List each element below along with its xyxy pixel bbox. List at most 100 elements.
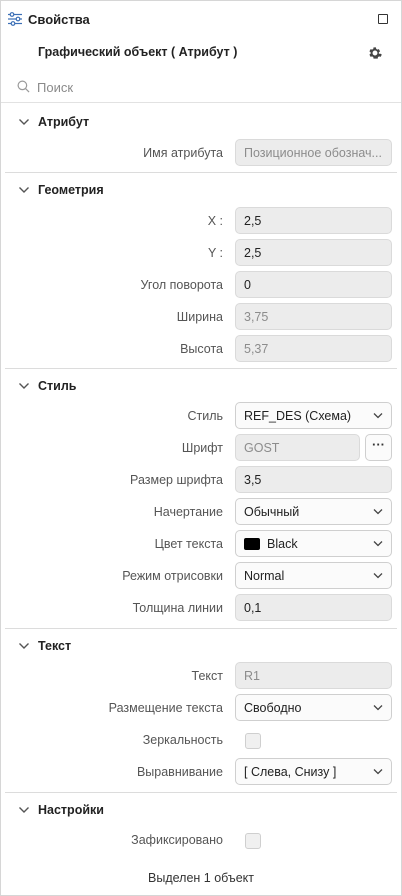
panel-header: Свойства: [1, 1, 401, 39]
section-style[interactable]: Стиль: [1, 374, 401, 400]
field-label: Текст: [191, 669, 223, 683]
select-value: [ Слева, Снизу ]: [244, 765, 337, 779]
width-row: Ширина 3,75: [1, 303, 401, 331]
select-value: Свободно: [244, 701, 302, 715]
field-label: X :: [207, 214, 223, 228]
style-select[interactable]: REF_DES (Схема): [235, 402, 392, 429]
chevron-down-icon: [19, 119, 29, 125]
field-label: Зафиксировано: [131, 833, 223, 847]
y-field[interactable]: 2,5: [235, 239, 392, 266]
field-label: Угол поворота: [140, 278, 223, 292]
chevron-down-icon: [373, 705, 383, 711]
angle-row: Угол поворота 0: [1, 271, 401, 299]
color-swatch: [244, 538, 260, 550]
field-label: Стиль: [187, 409, 223, 423]
section-settings[interactable]: Настройки: [1, 798, 401, 824]
field-label: Шрифт: [181, 441, 223, 455]
chevron-down-icon: [19, 187, 29, 193]
select-value: Black: [267, 537, 298, 551]
mirror-row: Зеркальность: [1, 730, 401, 758]
section-geometry[interactable]: Геометрия: [1, 178, 401, 204]
font-more-button[interactable]: ···: [365, 434, 392, 461]
section-title: Стиль: [38, 379, 77, 393]
attribute-name-field[interactable]: Позиционное обознач...: [235, 139, 392, 166]
panel-title: Свойства: [28, 12, 90, 27]
field-label: Режим отрисовки: [122, 569, 223, 583]
text-field[interactable]: R1: [235, 662, 392, 689]
field-label: Цвет текста: [154, 537, 223, 551]
render-mode-row: Режим отрисовки Normal: [1, 562, 401, 590]
section-text[interactable]: Текст: [1, 634, 401, 660]
alignment-row: Выравнивание [ Слева, Снизу ]: [1, 758, 401, 786]
chevron-down-icon: [19, 383, 29, 389]
maximize-icon[interactable]: [378, 14, 388, 24]
gear-icon[interactable]: [368, 46, 382, 60]
section-title: Настройки: [38, 803, 104, 817]
fixed-row: Зафиксировано: [1, 830, 401, 858]
chevron-down-icon: [373, 509, 383, 515]
properties-icon: [8, 12, 22, 26]
x-row: X : 2,5: [1, 207, 401, 235]
field-label: Размер шрифта: [130, 473, 223, 487]
line-width-field[interactable]: 0,1: [235, 594, 392, 621]
section-title: Текст: [38, 639, 72, 653]
alignment-select[interactable]: [ Слева, Снизу ]: [235, 758, 392, 785]
chevron-down-icon: [373, 573, 383, 579]
divider: [5, 172, 397, 173]
angle-field[interactable]: 0: [235, 271, 392, 298]
select-value: Normal: [244, 569, 285, 583]
field-label: Зеркальность: [142, 733, 223, 747]
field-label: Высота: [180, 342, 223, 356]
chevron-down-icon: [19, 807, 29, 813]
object-title: Графический объект ( Атрибут ): [38, 45, 238, 59]
placement-select[interactable]: Свободно: [235, 694, 392, 721]
divider: [5, 368, 397, 369]
divider: [5, 792, 397, 793]
typeface-row: Начертание Обычный: [1, 498, 401, 526]
field-label: Выравнивание: [136, 765, 223, 779]
search-input[interactable]: [37, 76, 377, 98]
font-size-field[interactable]: 3,5: [235, 466, 392, 493]
typeface-select[interactable]: Обычный: [235, 498, 392, 525]
attribute-name-row: Имя атрибута Позиционное обознач...: [1, 139, 401, 167]
color-select[interactable]: Black: [235, 530, 392, 557]
select-value: Обычный: [244, 505, 300, 519]
mirror-checkbox[interactable]: [245, 733, 261, 749]
height-row: Высота 5,37: [1, 335, 401, 363]
selection-status: Выделен 1 объект: [148, 871, 254, 885]
section-title: Геометрия: [38, 183, 104, 197]
select-value: REF_DES (Схема): [244, 409, 352, 423]
field-label: Имя атрибута: [143, 146, 223, 160]
x-field[interactable]: 2,5: [235, 207, 392, 234]
height-field[interactable]: 5,37: [235, 335, 392, 362]
font-size-row: Размер шрифта 3,5: [1, 466, 401, 494]
field-label: Начертание: [153, 505, 223, 519]
color-row: Цвет текста Black: [1, 530, 401, 558]
chevron-down-icon: [19, 643, 29, 649]
fixed-checkbox[interactable]: [245, 833, 261, 849]
section-attribute[interactable]: Атрибут: [1, 110, 401, 136]
font-field[interactable]: GOST: [235, 434, 360, 461]
placement-row: Размещение текста Свободно: [1, 694, 401, 722]
chevron-down-icon: [373, 769, 383, 775]
section-title: Атрибут: [38, 115, 90, 129]
search-icon: [17, 80, 30, 93]
field-label: Y :: [207, 246, 223, 260]
style-row: Стиль REF_DES (Схема): [1, 402, 401, 430]
font-row: Шрифт GOST ···: [1, 434, 401, 462]
field-label: Толщина линии: [132, 601, 223, 615]
chevron-down-icon: [373, 413, 383, 419]
field-label: Ширина: [176, 310, 223, 324]
y-row: Y : 2,5: [1, 239, 401, 267]
text-row: Текст R1: [1, 662, 401, 690]
search-bar: [1, 71, 401, 103]
field-label: Размещение текста: [108, 701, 223, 715]
line-width-row: Толщина линии 0,1: [1, 594, 401, 622]
properties-panel: Свойства Графический объект ( Атрибут ) …: [0, 0, 402, 896]
divider: [5, 628, 397, 629]
width-field[interactable]: 3,75: [235, 303, 392, 330]
chevron-down-icon: [373, 541, 383, 547]
ellipsis-icon: ···: [372, 437, 385, 452]
object-header: Графический объект ( Атрибут ): [1, 39, 401, 69]
render-mode-select[interactable]: Normal: [235, 562, 392, 589]
